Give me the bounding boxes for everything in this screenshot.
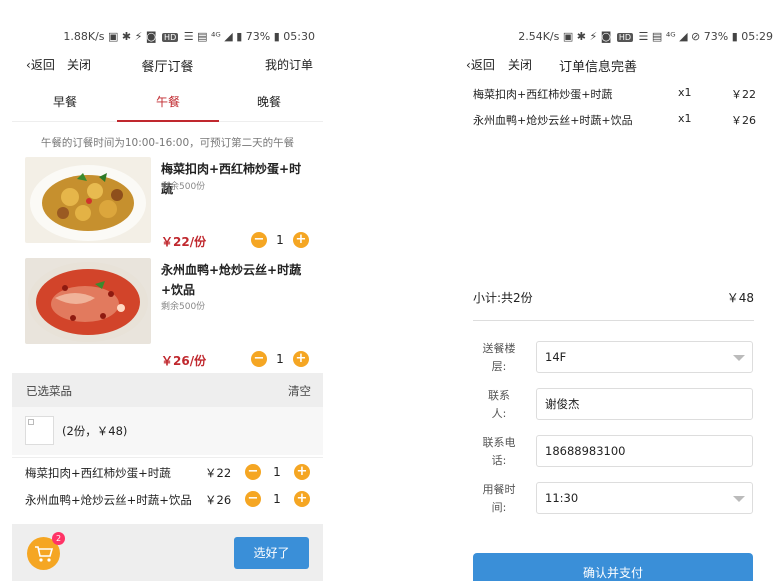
dropdown-caret-icon — [733, 496, 745, 502]
plus-button[interactable]: + — [294, 491, 310, 507]
selected-dishes-header: 已选菜品 清空 — [12, 373, 323, 407]
status-icons: ▣ ✱ ⚡ ◙ HD ☰ ▤ — [562, 30, 666, 43]
minus-button[interactable]: − — [251, 232, 267, 248]
order-item-qty: x1 — [678, 112, 692, 125]
confirm-pay-button[interactable]: 确认并支付 — [473, 553, 753, 581]
battery-level: 73% — [703, 30, 729, 43]
broken-image-icon — [25, 416, 54, 445]
network-speed: 1.88K/s — [63, 30, 105, 43]
right-screen-order-info: 2.54K/s ▣ ✱ ⚡ ◙ HD ☰ ▤ ⁴ᴳ ◢ ⊘ 73% ▮ 05:2… — [462, 0, 781, 581]
dish-remaining: 剩余500份 — [161, 182, 206, 192]
quantity-value: 1 — [276, 233, 284, 247]
back-button[interactable]: ‹返回 — [466, 56, 495, 73]
meal-time-row: 用餐时 间: 11:30 — [473, 477, 755, 523]
contact-label: 联系 人: — [488, 389, 510, 420]
phone-label: 联系电 话: — [482, 436, 516, 467]
status-icons: ▣ ✱ ⚡ ◙ HD ☰ ▤ — [108, 30, 211, 43]
cart-count-badge: 2 — [52, 532, 65, 545]
network-type: ⁴ᴳ — [210, 30, 221, 43]
my-orders-link[interactable]: 我的订单 — [265, 56, 313, 73]
plus-button[interactable]: + — [293, 232, 309, 248]
floor-row: 送餐楼 层: 14F — [473, 336, 755, 382]
tab-dinner[interactable]: 晚餐 — [218, 86, 320, 122]
order-item-price: ￥26 — [731, 114, 756, 127]
signal-icon: ◢ ⊘ — [679, 30, 701, 43]
meal-tabs: 早餐 午餐 晚餐 — [12, 86, 323, 122]
order-item-price: ￥22 — [731, 88, 756, 101]
phone-input[interactable]: 18688983100 — [536, 435, 753, 467]
minus-button[interactable]: − — [245, 491, 261, 507]
selected-item-price: ￥22 — [205, 466, 232, 480]
selected-item-row: 梅菜扣肉+西红柿炒蛋+时蔬 ￥22 − 1 + — [12, 457, 323, 485]
meal-time-label: 用餐时 间: — [482, 483, 516, 514]
selected-summary-text: (2份，￥48) — [62, 424, 128, 438]
dish-card: 梅菜扣肉+西红柿炒蛋+时蔬 剩余500份 ￥22/份 − 1 + — [12, 157, 323, 265]
plus-button[interactable]: + — [294, 464, 310, 480]
order-item-qty: x1 — [678, 86, 692, 99]
status-bar: 2.54K/s ▣ ✱ ⚡ ◙ HD ☰ ▤ ⁴ᴳ ◢ ⊘ 73% ▮ 05:2… — [518, 30, 773, 43]
done-button[interactable]: 选好了 — [234, 537, 309, 569]
quantity-value: 1 — [276, 352, 284, 366]
clock: 05:29 — [741, 30, 773, 43]
tab-lunch[interactable]: 午餐 — [117, 86, 219, 122]
floor-label: 送餐楼 层: — [482, 342, 516, 373]
dish-card: 永州血鸭+炝炒云丝+时蔬+饮品 剩余500份 ￥26/份 − 1 + — [12, 258, 323, 368]
close-button[interactable]: 关闭 — [508, 56, 532, 73]
phone-row: 联系电 话: 18688983100 — [473, 430, 755, 476]
minus-button[interactable]: − — [251, 351, 267, 367]
clear-button[interactable]: 清空 — [288, 383, 311, 399]
battery-level: 73% — [245, 30, 271, 43]
plus-button[interactable]: + — [293, 351, 309, 367]
signal-icon: ◢ ▮ — [224, 30, 243, 43]
subtotal-amount: ￥48 — [726, 291, 754, 305]
tab-breakfast[interactable]: 早餐 — [14, 86, 116, 122]
selected-item-price: ￥26 — [205, 493, 232, 507]
order-item-row: 梅菜扣肉+西红柿炒蛋+时蔬 x1 ￥22 — [462, 86, 781, 106]
contact-row: 联系 人: 谢俊杰 — [473, 383, 755, 429]
cart-footer: 2 选好了 — [12, 524, 323, 581]
battery-icon: ▮ — [273, 30, 280, 43]
left-screen-restaurant-order: 1.88K/s ▣ ✱ ⚡ ◙ HD ☰ ▤ ⁴ᴳ ◢ ▮ 73% ▮ 05:3… — [12, 0, 323, 581]
network-type: ⁴ᴳ — [665, 30, 676, 43]
order-time-notice: 午餐的订餐时间为10:00-16:00，可预订第二天的午餐 — [40, 137, 295, 149]
nav-bar: ‹返回 关闭 餐厅订餐 我的订单 — [12, 56, 323, 76]
floor-select[interactable]: 14F — [536, 341, 753, 373]
selected-item-name: 梅菜扣肉+西红柿炒蛋+时蔬 — [25, 466, 171, 480]
nav-bar: ‹返回 关闭 订单信息完善 — [462, 56, 781, 76]
selected-summary: (2份，￥48) — [12, 407, 323, 455]
clock: 05:30 — [283, 30, 315, 43]
cart-icon — [35, 546, 54, 562]
dish-photo — [25, 258, 151, 344]
order-item-name: 永州血鸭+炝炒云丝+时蔬+饮品 — [473, 114, 633, 127]
page-title: 订单信息完善 — [558, 60, 637, 75]
dropdown-caret-icon — [733, 355, 745, 361]
dish-name: 永州血鸭+炝炒云丝+时蔬+饮品 — [161, 263, 302, 297]
contact-name-input[interactable]: 谢俊杰 — [536, 388, 753, 420]
selected-dishes-title: 已选菜品 — [26, 384, 72, 398]
cart-button[interactable]: 2 — [27, 532, 65, 570]
dish-price: ￥26/份 — [161, 354, 207, 368]
subtotal-label: 小计:共2份 — [473, 291, 533, 305]
dish-price: ￥22/份 — [161, 235, 207, 249]
status-bar: 1.88K/s ▣ ✱ ⚡ ◙ HD ☰ ▤ ⁴ᴳ ◢ ▮ 73% ▮ 05:3… — [63, 30, 315, 43]
dish-remaining: 剩余500份 — [161, 302, 206, 312]
subtotal: 小计:共2份 ￥48 — [473, 289, 754, 321]
selected-item-row: 永州血鸭+炝炒云丝+时蔬+饮品 ￥26 − 1 + — [12, 485, 323, 513]
quantity-value: 1 — [273, 465, 281, 479]
order-item-row: 永州血鸭+炝炒云丝+时蔬+饮品 x1 ￥26 — [462, 112, 781, 132]
meal-time-select[interactable]: 11:30 — [536, 482, 753, 514]
quantity-value: 1 — [273, 492, 281, 506]
order-item-name: 梅菜扣肉+西红柿炒蛋+时蔬 — [473, 88, 613, 101]
minus-button[interactable]: − — [245, 464, 261, 480]
selected-item-name: 永州血鸭+炝炒云丝+时蔬+饮品 — [25, 493, 192, 507]
network-speed: 2.54K/s — [518, 30, 560, 43]
dish-photo — [25, 157, 151, 243]
battery-icon: ▮ — [731, 30, 738, 43]
